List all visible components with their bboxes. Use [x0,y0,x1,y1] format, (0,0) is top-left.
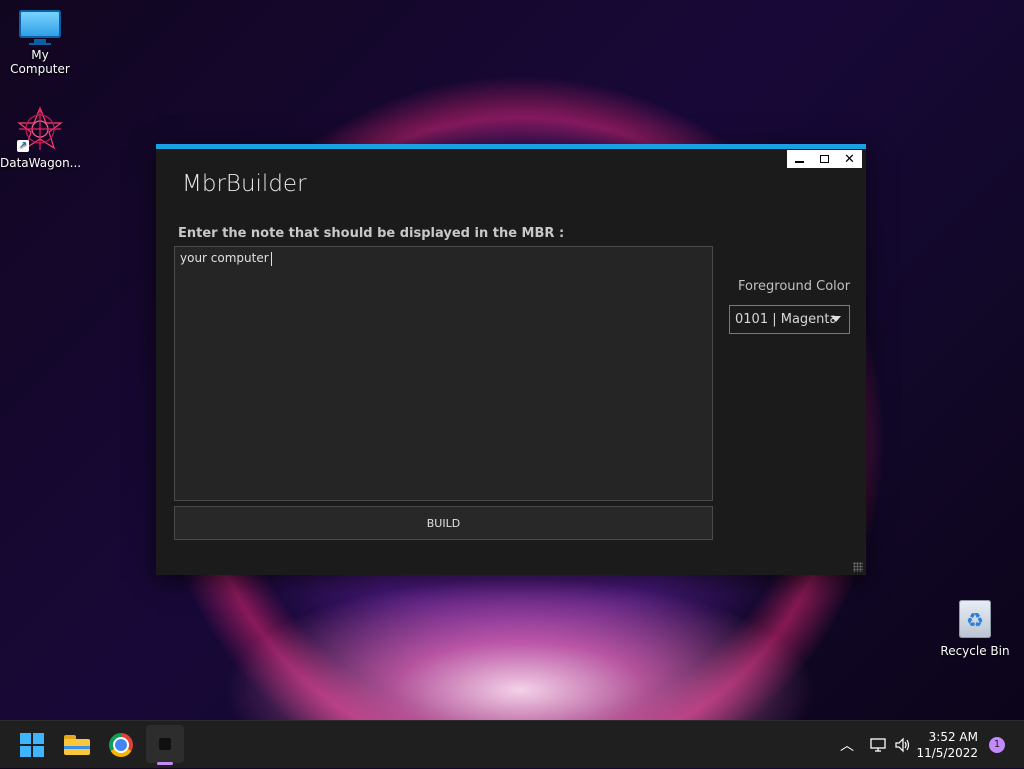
start-button[interactable] [16,729,48,761]
desktop-icon-recycle-bin[interactable]: ♻ Recycle Bin [935,596,1015,658]
resize-grip-icon[interactable] [853,562,863,572]
note-prompt-label: Enter the note that should be displayed … [178,226,565,241]
minimize-icon [795,161,804,163]
file-explorer-icon [64,735,90,755]
foreground-color-label: Foreground Color [738,279,851,294]
network-icon[interactable] [870,737,888,753]
windows-start-icon [20,733,44,757]
dropdown-arrow-icon [831,316,841,322]
active-indicator [157,762,173,765]
computer-icon [19,10,61,45]
datawagon-icon: ↗ [17,106,63,152]
chevron-up-icon[interactable]: ︿ [840,735,854,755]
desktop-icon-my-computer[interactable]: My Computer [0,10,80,76]
maximize-icon [820,155,829,163]
notification-badge[interactable]: 1 [989,737,1005,753]
mbrbuilder-window: ✕ MbrBuilder Enter the note that should … [156,144,866,575]
desktop-icon-datawagon[interactable]: ↗ DataWagon... [0,106,82,170]
mbrbuilder-taskbar-button[interactable] [146,725,184,765]
foreground-color-value: 0101 | Magenta [735,312,835,327]
clock-time: 3:52 AM [928,730,978,744]
note-text: your computer [180,251,269,265]
system-tray: ︿ [840,721,912,769]
desktop-icon-label: Recycle Bin [940,644,1010,658]
build-button[interactable]: BUILD [174,506,713,540]
taskbar: ︿ 3:52 AM 11/5/2022 1 [0,720,1024,768]
desktop-icon-label: DataWagon... [0,156,82,170]
note-textarea[interactable]: your computer [174,246,713,501]
minimize-button[interactable] [787,150,812,168]
close-button[interactable]: ✕ [837,150,862,168]
text-caret [270,251,272,266]
window-controls: ✕ [787,150,862,168]
maximize-button[interactable] [812,150,837,168]
chrome-icon [109,733,133,757]
volume-icon[interactable] [894,737,912,753]
close-icon: ✕ [844,151,855,167]
clock-date: 11/5/2022 [916,746,978,760]
mbrbuilder-taskbar-icon [159,738,171,750]
foreground-color-select[interactable]: 0101 | Magenta [729,305,850,334]
clock[interactable]: 3:52 AM 11/5/2022 [916,729,978,761]
desktop-icon-label: My Computer [10,48,70,76]
file-explorer-button[interactable] [61,729,93,761]
shortcut-arrow-icon: ↗ [17,140,29,152]
app-title: MbrBuilder [182,171,307,197]
recycle-bin-icon: ♻ [955,596,995,640]
chrome-button[interactable] [105,729,137,761]
